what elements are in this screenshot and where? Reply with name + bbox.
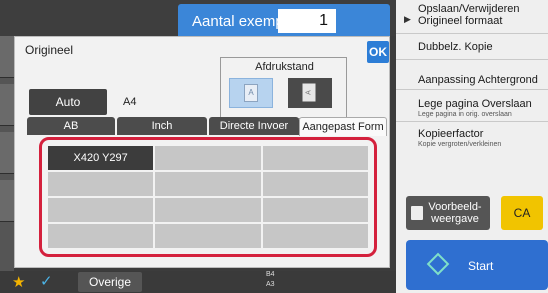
copies-control[interactable]: Aantal exempl. 1 <box>178 4 390 36</box>
landscape-page-icon: A <box>302 83 316 102</box>
tab-direct-input[interactable]: Directe Invoer <box>209 117 299 135</box>
preview-icon <box>411 206 423 220</box>
left-edge-tab[interactable] <box>0 132 14 174</box>
ok-button[interactable]: OK <box>367 41 389 63</box>
check-icon[interactable]: ✓ <box>40 272 53 290</box>
preview-label: Voorbeeld- weergave <box>428 201 482 225</box>
custom-size-slot[interactable] <box>262 198 368 222</box>
menu-item-sublabel: Kopie vergroten/verkleinen <box>418 141 502 148</box>
dialog-title: Origineel <box>25 43 74 57</box>
menu-item-label: Opslaan/Verwijderen Origineel formaat <box>418 3 520 27</box>
start-label: Start <box>468 259 494 273</box>
menu-item-duplex-copy[interactable]: Dubbelz. Kopie <box>396 34 548 60</box>
original-size-dialog: Origineel OK Afdrukstand A A Auto A4 AB … <box>14 36 390 268</box>
top-bar: Aantal exempl. 1 <box>0 0 396 36</box>
custom-size-slot[interactable] <box>48 172 154 196</box>
copies-label: Aantal exempl. <box>192 13 292 30</box>
preview-button[interactable]: Voorbeeld- weergave <box>406 196 490 230</box>
menu-item-background-adjust[interactable]: Aanpassing Achtergrond <box>396 60 548 90</box>
bottom-bar: ★ ✓ Overige B4 A3 <box>0 271 396 293</box>
auto-button[interactable]: Auto <box>29 89 107 115</box>
other-button[interactable]: Overige <box>78 272 142 292</box>
custom-size-slot[interactable] <box>262 172 368 196</box>
custom-size-slot[interactable] <box>262 224 368 248</box>
menu-item-save-delete-size[interactable]: ▶​ Opslaan/Verwijderen Origineel formaat <box>396 0 548 34</box>
custom-size-grid: X420 Y297 <box>48 146 368 248</box>
custom-size-slot[interactable]: X420 Y297 <box>48 146 154 170</box>
custom-size-slot[interactable] <box>262 146 368 170</box>
clear-all-button[interactable]: CA <box>501 196 543 230</box>
custom-size-slot[interactable] <box>155 146 261 170</box>
play-arrow-icon: ▶​ <box>404 14 411 24</box>
custom-size-slot[interactable] <box>48 198 154 222</box>
tab-custom-size[interactable]: Aangepast Form <box>299 117 387 136</box>
menu-item-copy-ratio[interactable]: Kopieerfactor Kopie vergroten/verkleinen <box>396 122 548 156</box>
portrait-page-icon: A <box>244 84 258 102</box>
tray-size-label: B4 <box>266 271 275 278</box>
copies-input[interactable]: 1 <box>278 9 336 33</box>
left-edge-strip <box>0 36 14 271</box>
start-icon <box>426 252 450 276</box>
tab-ab[interactable]: AB <box>27 117 115 135</box>
orientation-portrait-button[interactable]: A <box>229 78 273 108</box>
start-button[interactable]: Start <box>406 240 548 290</box>
custom-size-slot[interactable] <box>155 224 261 248</box>
detected-size-value: A4 <box>123 96 137 108</box>
paper-tray-info: B4 A3 <box>236 271 300 293</box>
orientation-group: Afdrukstand A A <box>220 57 347 119</box>
orientation-label: Afdrukstand <box>255 61 314 73</box>
left-edge-tab[interactable] <box>0 36 14 78</box>
custom-size-slot[interactable] <box>155 172 261 196</box>
star-icon[interactable]: ★ <box>12 273 25 291</box>
tray-size-label: A3 <box>266 281 275 288</box>
custom-size-highlight: X420 Y297 <box>39 137 377 257</box>
menu-item-sublabel: Lege pagina in orig. overslaan <box>418 111 512 118</box>
orientation-landscape-button[interactable]: A <box>288 78 332 108</box>
left-edge-tab[interactable] <box>0 84 14 126</box>
menu-item-label: Kopieerfactor <box>418 128 484 140</box>
size-tabs: AB Inch Directe Invoer Aangepast Form <box>27 117 387 136</box>
left-edge-tab[interactable] <box>0 180 14 222</box>
menu-item-label: Lege pagina Overslaan <box>418 98 532 110</box>
menu-item-label: Dubbelz. Kopie <box>418 41 493 53</box>
menu-item-label: Aanpassing Achtergrond <box>418 74 538 86</box>
tab-inch[interactable]: Inch <box>117 117 207 135</box>
menu-item-blank-page-skip[interactable]: Lege pagina Overslaan Lege pagina in ori… <box>396 90 548 122</box>
right-panel: ▶​ Opslaan/Verwijderen Origineel formaat… <box>396 0 548 293</box>
custom-size-slot[interactable] <box>48 224 154 248</box>
custom-size-slot[interactable] <box>155 198 261 222</box>
